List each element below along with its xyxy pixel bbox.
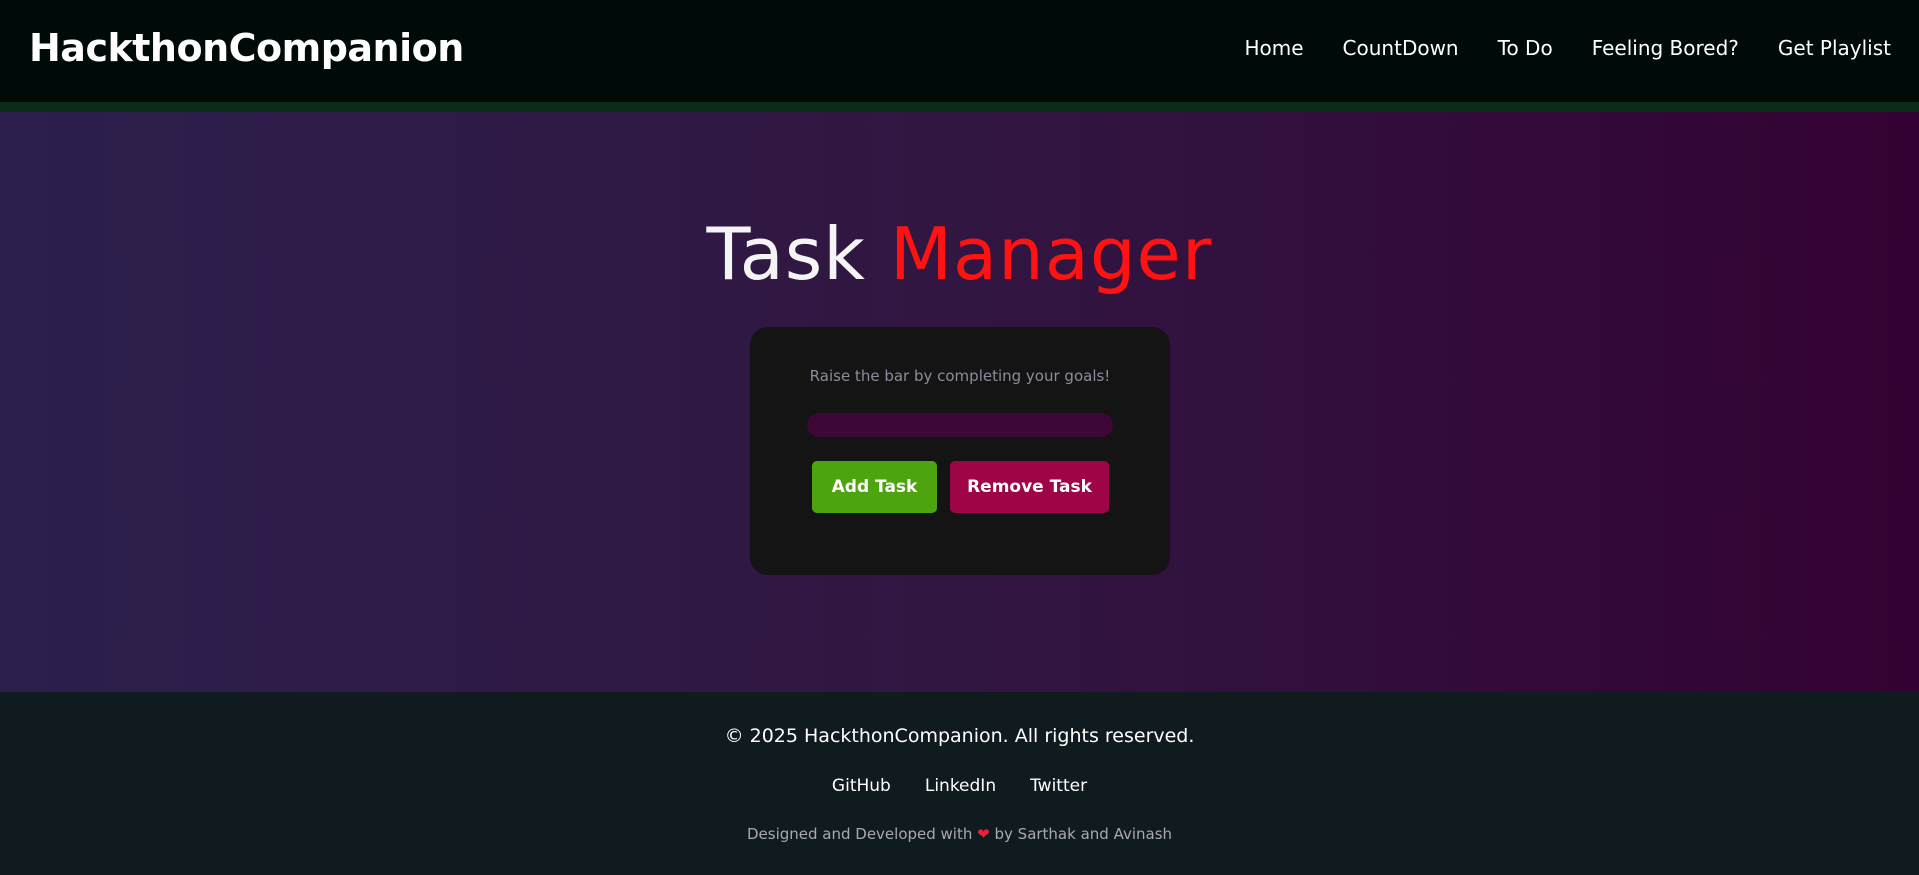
nav-item-home[interactable]: Home	[1244, 36, 1303, 60]
page-title-part1: Task	[706, 212, 866, 296]
task-card-subtitle: Raise the bar by completing your goals!	[809, 367, 1111, 385]
footer-links: GitHub LinkedIn Twitter	[0, 776, 1919, 796]
footer-credit-prefix: Designed and Developed with	[746, 825, 973, 843]
navbar: HackthonCompanion Home CountDown To Do F…	[0, 0, 1919, 112]
footer: © 2025 HackthonCompanion. All rights res…	[0, 692, 1919, 875]
task-progress-bar	[807, 413, 1113, 437]
page-title-part2: Manager	[889, 212, 1213, 296]
footer-copyright: © 2025 HackthonCompanion. All rights res…	[724, 725, 1195, 747]
task-card: Raise the bar by completing your goals! …	[750, 327, 1170, 575]
footer-link-linkedin[interactable]: LinkedIn	[925, 776, 996, 796]
nav-links: Home CountDown To Do Feeling Bored? Get …	[1244, 36, 1891, 60]
heart-icon: ❤	[977, 825, 990, 843]
nav-item-countdown[interactable]: CountDown	[1343, 36, 1459, 60]
nav-item-feeling-bored[interactable]: Feeling Bored?	[1592, 36, 1739, 60]
page-title: Task Manager	[0, 212, 1919, 296]
footer-link-twitter[interactable]: Twitter	[1030, 776, 1087, 796]
footer-link-github[interactable]: GitHub	[832, 776, 891, 796]
nav-item-todo[interactable]: To Do	[1498, 36, 1553, 60]
navbar-shadow	[0, 102, 1919, 112]
footer-credit-suffix: by Sarthak and Avinash	[994, 825, 1173, 843]
add-task-button[interactable]: Add Task	[812, 461, 937, 513]
nav-item-get-playlist[interactable]: Get Playlist	[1778, 36, 1891, 60]
remove-task-button[interactable]: Remove Task	[950, 461, 1109, 513]
brand-logo[interactable]: HackthonCompanion	[29, 26, 464, 70]
footer-credit: Designed and Developed with ❤ by Sarthak…	[0, 825, 1919, 843]
hero-section: Task Manager Raise the bar by completing…	[0, 112, 1919, 692]
